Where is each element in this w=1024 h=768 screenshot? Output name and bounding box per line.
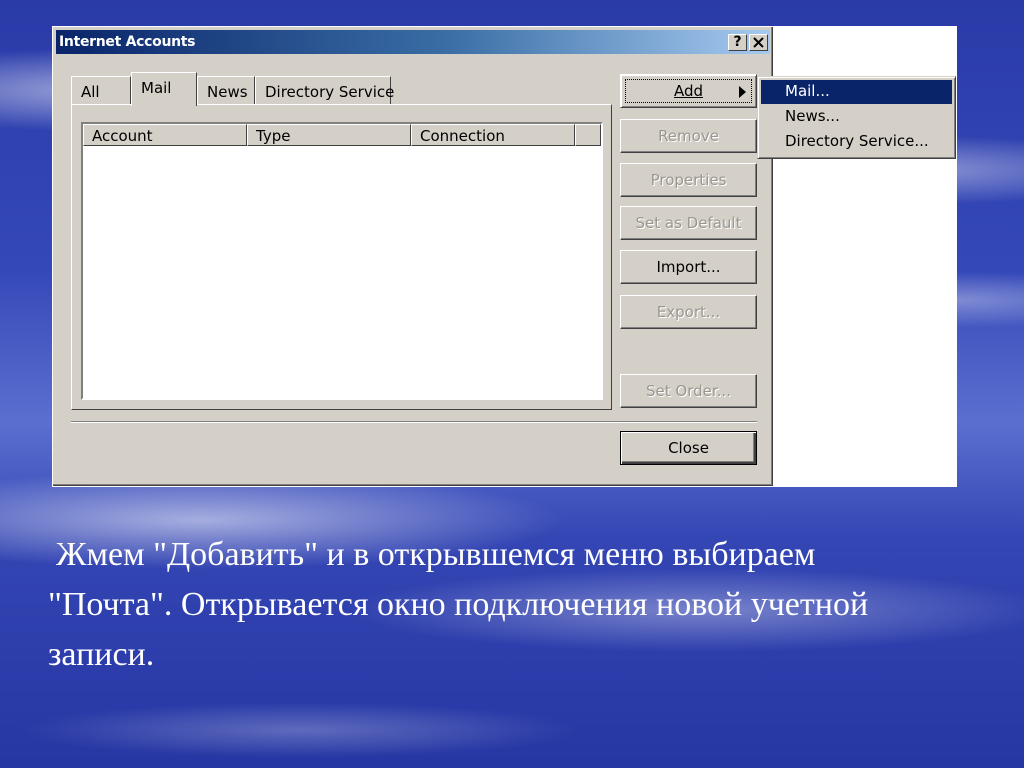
menu-item-news[interactable]: News...: [761, 105, 952, 129]
set-order-button[interactable]: Set Order...: [620, 374, 757, 408]
caption-line-1: Жмем "Добавить" и в открывшемся меню выб…: [56, 536, 816, 573]
close-window-button[interactable]: [749, 34, 768, 51]
tab-directory-service[interactable]: Directory Service: [255, 76, 394, 104]
close-button[interactable]: Close: [620, 431, 757, 465]
add-button[interactable]: Add: [620, 74, 757, 108]
separator: [71, 421, 757, 423]
set-as-default-button[interactable]: Set as Default: [620, 206, 757, 240]
caption-line-3: записи.: [48, 636, 155, 673]
column-header-filler: [575, 124, 601, 146]
window-title: Internet Accounts: [59, 34, 196, 50]
column-header-account[interactable]: Account: [83, 124, 247, 146]
add-button-label: Add: [673, 82, 704, 100]
remove-button[interactable]: Remove: [620, 119, 757, 153]
help-button[interactable]: ?: [728, 34, 747, 51]
column-header-type[interactable]: Type: [247, 124, 411, 146]
internet-accounts-dialog: Internet Accounts ? All Mail News Direct…: [52, 26, 774, 487]
slide-caption: Жмем "Добавить" и в открывшемся меню выб…: [48, 530, 998, 680]
menu-item-directory-service[interactable]: Directory Service...: [761, 130, 952, 154]
menu-item-mail[interactable]: Mail...: [761, 80, 952, 104]
tab-mail[interactable]: Mail: [131, 72, 197, 106]
add-dropdown-menu: Mail... News... Directory Service...: [757, 76, 956, 159]
import-button[interactable]: Import...: [620, 250, 757, 284]
tab-all[interactable]: All: [71, 76, 131, 104]
properties-button[interactable]: Properties: [620, 163, 757, 197]
column-header-connection[interactable]: Connection: [411, 124, 575, 146]
title-bar[interactable]: Internet Accounts ?: [56, 30, 770, 54]
accounts-list[interactable]: Account Type Connection: [81, 122, 603, 400]
submenu-arrow-icon: [739, 86, 746, 98]
export-button[interactable]: Export...: [620, 295, 757, 329]
tab-news[interactable]: News: [197, 76, 255, 104]
close-icon: [753, 37, 764, 48]
caption-line-2: "Почта". Открывается окно подключения но…: [48, 586, 869, 623]
